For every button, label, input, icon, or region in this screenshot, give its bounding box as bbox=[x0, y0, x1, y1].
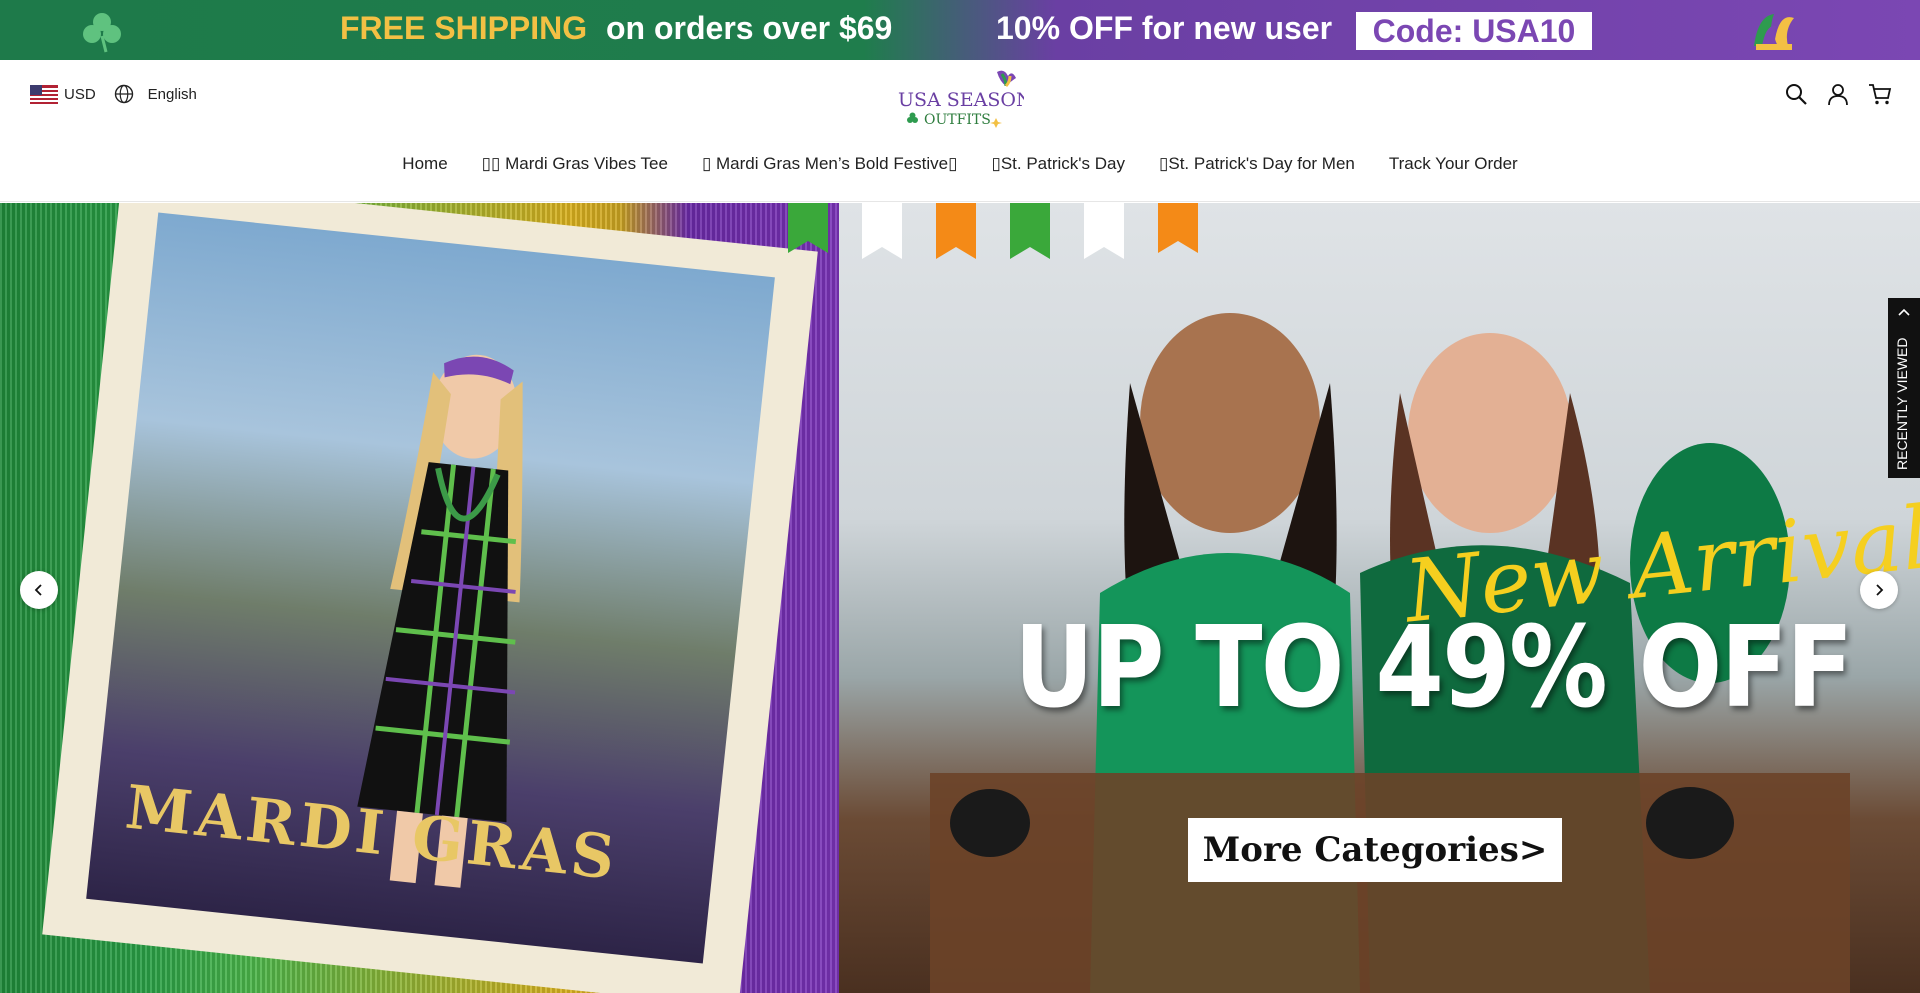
more-categories-button[interactable]: More Categories> bbox=[1188, 818, 1562, 882]
nav-item-st-patricks-day-men[interactable]: ▯St. Patrick's Day for Men bbox=[1142, 154, 1372, 174]
chevron-left-icon bbox=[34, 584, 42, 596]
site-header: USD English USA SEASONS OUTFITS bbox=[0, 60, 1920, 202]
carousel-prev-button[interactable] bbox=[20, 571, 58, 609]
new-user-offer-text: 10% OFF for new user bbox=[996, 10, 1333, 46]
orders-over-text: on orders over $69 bbox=[606, 10, 893, 46]
chevron-right-icon bbox=[1876, 584, 1884, 596]
cart-icon[interactable] bbox=[1868, 82, 1892, 106]
jester-hat-icon bbox=[1754, 14, 1794, 50]
nav-item-track-order[interactable]: Track Your Order bbox=[1372, 154, 1535, 174]
carousel-next-button[interactable] bbox=[1860, 571, 1898, 609]
us-flag-icon bbox=[30, 84, 58, 104]
site-logo[interactable]: USA SEASONS OUTFITS bbox=[894, 68, 1024, 130]
nav-item-mardi-gras-men[interactable]: ▯ Mardi Gras Men’s Bold Festive▯ bbox=[685, 154, 975, 174]
recently-viewed-label: RECENTLY VIEWED bbox=[1894, 337, 1910, 470]
shamrock-icon bbox=[83, 13, 121, 53]
main-navigation: Home ▯▯ Mardi Gras Vibes Tee ▯ Mardi Gra… bbox=[0, 154, 1920, 174]
parade-photo: MARDI GRAS bbox=[86, 212, 775, 964]
announcement-bar: FREE SHIPPING on orders over $69 10% OFF… bbox=[0, 0, 1920, 60]
header-actions bbox=[1784, 82, 1892, 106]
currency-label[interactable]: USD bbox=[64, 86, 96, 103]
nav-item-home[interactable]: Home bbox=[385, 154, 464, 174]
locale-selector[interactable]: USD English bbox=[30, 84, 197, 104]
promo-code-badge: Code: USA10 bbox=[1356, 12, 1592, 50]
free-shipping-text: FREE SHIPPING bbox=[340, 10, 588, 46]
polaroid-photo-frame: MARDI GRAS bbox=[42, 203, 818, 993]
language-label[interactable]: English bbox=[148, 86, 197, 103]
promo-headline: UP TO 49% OFF bbox=[1014, 603, 1853, 733]
recently-viewed-tab[interactable]: RECENTLY VIEWED bbox=[1888, 298, 1920, 478]
chevron-up-icon bbox=[1898, 308, 1910, 316]
globe-icon bbox=[114, 84, 133, 104]
account-icon[interactable] bbox=[1826, 82, 1850, 106]
nav-item-mardi-gras-vibes-tee[interactable]: ▯▯ Mardi Gras Vibes Tee bbox=[465, 154, 685, 174]
mardi-gras-panel: MARDI GRAS bbox=[0, 203, 839, 993]
logo-top-text: USA SEASONS bbox=[898, 89, 1024, 111]
nav-item-st-patricks-day[interactable]: ▯St. Patrick's Day bbox=[974, 154, 1142, 174]
logo-bottom-text: OUTFITS bbox=[924, 112, 991, 128]
search-icon[interactable] bbox=[1784, 82, 1808, 106]
hero-banner[interactable]: MARDI GRAS New Arrivals UP TO 49% OFF Mo… bbox=[0, 203, 1920, 993]
